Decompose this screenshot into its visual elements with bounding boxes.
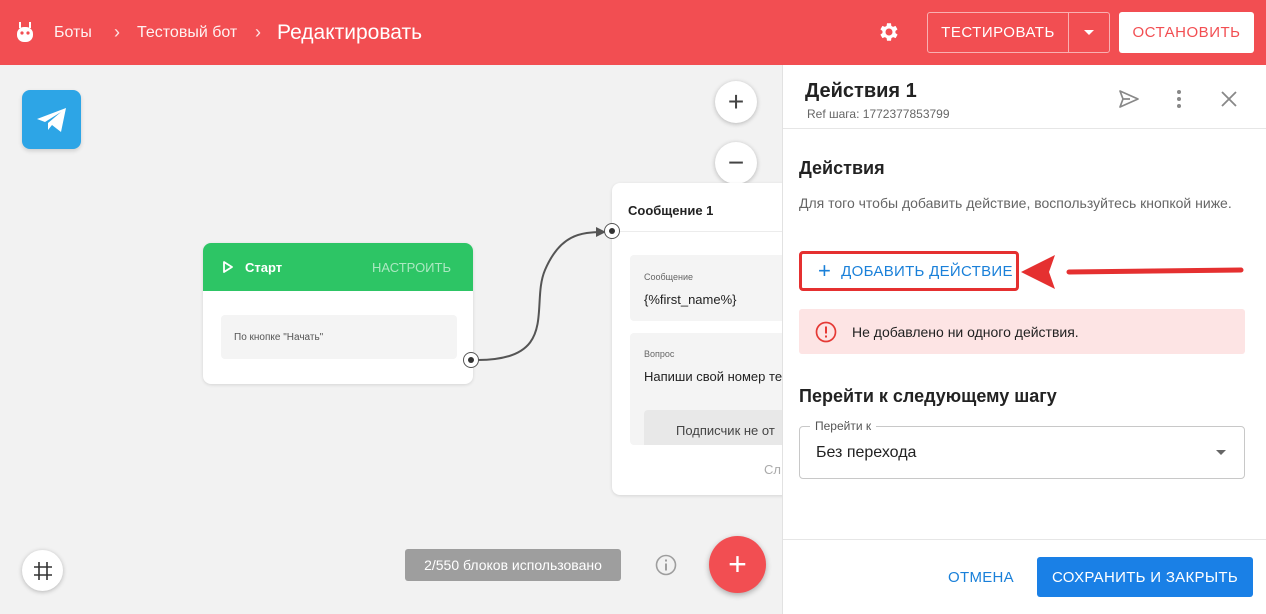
add-block-button[interactable]: + (709, 536, 766, 593)
test-button-group: ТЕСТИРОВАТЬ (927, 12, 1110, 53)
message-text: {%first_name%} (644, 292, 737, 307)
next-step-heading: Перейти к следующему шагу (799, 386, 1057, 406)
gear-icon[interactable] (876, 20, 900, 44)
breadcrumb-bots[interactable]: Боты (54, 0, 92, 65)
add-action-label: ДОБАВИТЬ ДЕЙСТВИЕ (841, 262, 1013, 280)
chevron-right-icon: › (114, 22, 120, 42)
test-dropdown-toggle[interactable] (1069, 13, 1109, 52)
flow-canvas[interactable]: + − Старт НАСТРОИТЬ По кнопке "Начать" С… (0, 65, 782, 614)
message-block[interactable]: Сообщение {%first_name%} (630, 255, 782, 321)
blocks-used-badge: 2/550 блоков использовано (405, 549, 621, 581)
message-caption: Сообщение (644, 272, 693, 282)
next-step-label: Сл (764, 462, 781, 477)
no-actions-text: Не добавлено ни одного действия. (852, 323, 1079, 340)
bot-icon[interactable] (14, 20, 36, 44)
add-action-button[interactable]: + ДОБАВИТЬ ДЕЙСТВИЕ (799, 251, 1019, 291)
panel-title: Действия 1 (805, 80, 917, 102)
close-icon[interactable] (1217, 87, 1241, 111)
actions-heading: Действия (799, 158, 885, 178)
stop-button[interactable]: ОСТАНОВИТЬ (1119, 12, 1254, 53)
start-node-title: Старт (245, 259, 283, 275)
annotation-arrow (1021, 255, 1244, 289)
start-node[interactable]: Старт НАСТРОИТЬ По кнопке "Начать" (203, 243, 473, 384)
message-input-port[interactable] (604, 223, 620, 239)
question-block[interactable]: Вопрос Напиши свой номер те Подписчик не… (630, 333, 782, 445)
breadcrumb-test-bot[interactable]: Тестовый бот (137, 0, 237, 65)
goto-select[interactable]: Перейти к Без перехода (799, 419, 1245, 479)
error-icon (815, 321, 837, 342)
start-node-header: Старт НАСТРОИТЬ (203, 243, 473, 291)
cancel-button[interactable]: ОТМЕНА (943, 557, 1019, 597)
caret-down-icon (1216, 450, 1226, 455)
message-node[interactable]: Сообщение 1 Сообщение {%first_name%} Воп… (612, 183, 782, 495)
grid-icon (33, 561, 52, 580)
actions-hint: Для того чтобы добавить действие, воспол… (799, 195, 1232, 211)
answer-button[interactable]: Подписчик не от (644, 410, 782, 445)
divider (783, 128, 1266, 129)
goto-value: Без перехода (816, 444, 917, 461)
configure-start-button[interactable]: НАСТРОИТЬ (372, 260, 451, 275)
info-icon[interactable] (655, 554, 677, 576)
page-title: Редактировать (277, 20, 423, 44)
divider (783, 539, 1266, 540)
start-trigger[interactable]: По кнопке "Начать" (221, 315, 457, 359)
caret-down-icon (1084, 29, 1094, 35)
question-caption: Вопрос (644, 349, 675, 359)
more-vert-icon[interactable] (1167, 87, 1191, 111)
play-icon (223, 261, 233, 273)
question-text: Напиши свой номер те (644, 369, 782, 384)
top-bar: Боты › Тестовый бот › Редактировать ТЕСТ… (0, 0, 1266, 65)
no-actions-alert: Не добавлено ни одного действия. (799, 309, 1245, 354)
chevron-right-icon: › (255, 22, 261, 42)
save-and-close-button[interactable]: СОХРАНИТЬ И ЗАКРЫТЬ (1037, 557, 1253, 597)
message-node-title: Сообщение 1 (628, 203, 714, 218)
goto-label: Перейти к (810, 419, 877, 433)
send-icon[interactable] (1117, 87, 1141, 111)
start-output-port[interactable] (463, 352, 479, 368)
step-settings-panel: Действия 1 Ref шага: 1772377853799 Дейст… (782, 65, 1266, 614)
test-button[interactable]: ТЕСТИРОВАТЬ (928, 13, 1069, 52)
plus-icon: + (818, 258, 832, 283)
step-ref: Ref шага: 1772377853799 (807, 107, 950, 121)
fit-view-button[interactable] (22, 550, 63, 591)
divider (612, 231, 782, 232)
